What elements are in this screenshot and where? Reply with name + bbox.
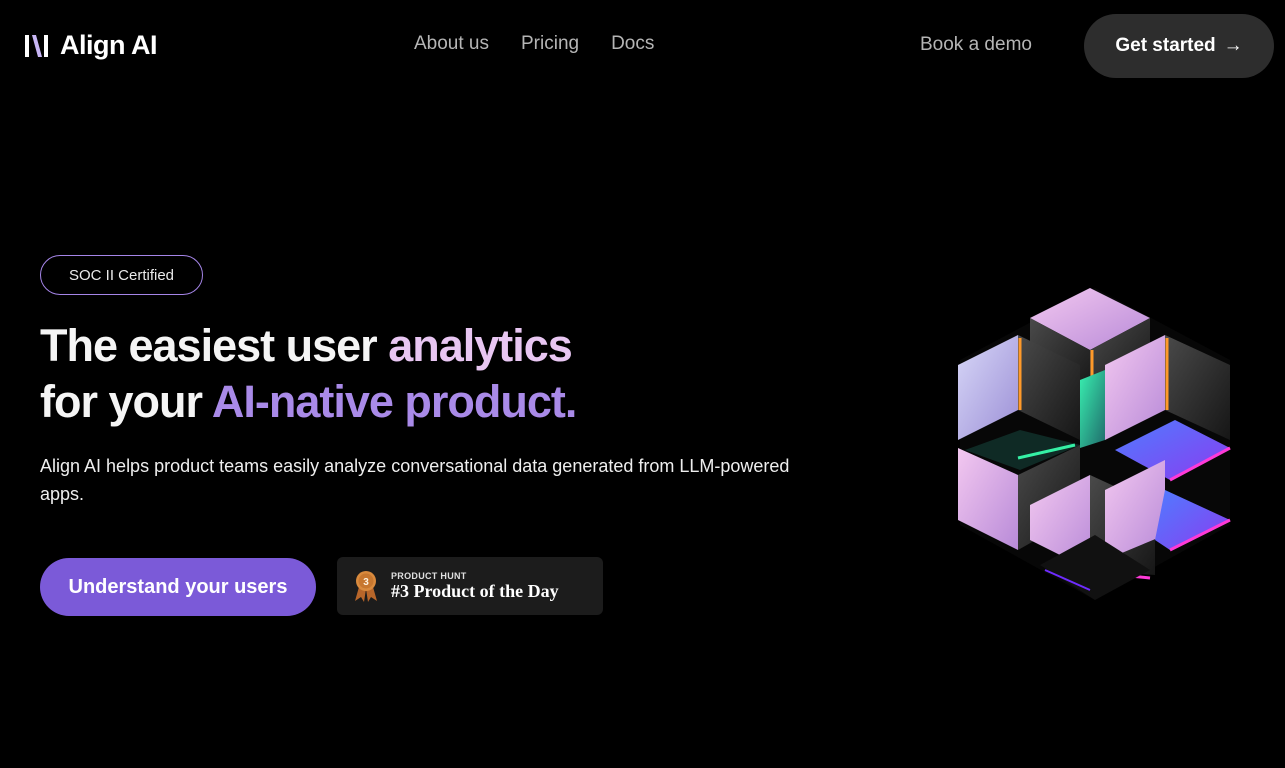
get-started-button[interactable]: Get started → (1084, 14, 1274, 78)
product-hunt-label: PRODUCT HUNT (391, 570, 467, 581)
soc-certified-badge: SOC II Certified (40, 255, 203, 295)
cube-illustration (940, 280, 1250, 610)
nav-docs[interactable]: Docs (611, 33, 654, 55)
book-demo-link[interactable]: Book a demo (920, 34, 1032, 56)
nav-pricing[interactable]: Pricing (521, 33, 579, 55)
medal-rank: 3 (363, 577, 369, 588)
hero-headline: The easiest user analytics for your AI-n… (40, 318, 680, 430)
arrow-right-icon: → (1223, 35, 1243, 56)
logo[interactable]: Align AI (24, 30, 158, 61)
product-hunt-text: PRODUCT HUNT #3 Product of the Day (391, 571, 559, 602)
understand-users-button[interactable]: Understand your users (40, 558, 316, 616)
align-logo-icon (24, 33, 50, 59)
brand-name: Align AI (60, 30, 158, 60)
headline-highlight-analytics: analytics (388, 320, 573, 371)
main-nav: About us Pricing Docs (414, 33, 654, 55)
product-hunt-badge[interactable]: 3 PRODUCT HUNT #3 Product of the Day (337, 557, 603, 615)
hero-subtext: Align AI helps product teams easily anal… (40, 456, 790, 504)
nav-about-us[interactable]: About us (414, 33, 489, 55)
page: Align AI About us Pricing Docs Book a de… (0, 0, 1285, 768)
headline-part: The easiest user (40, 320, 389, 371)
get-started-label: Get started (1115, 35, 1216, 56)
headline-part: for your (40, 376, 212, 427)
product-hunt-title: #3 Product of the Day (391, 580, 559, 601)
headline-highlight-product: AI-native product. (211, 376, 578, 427)
medal-icon: 3 (353, 569, 379, 603)
